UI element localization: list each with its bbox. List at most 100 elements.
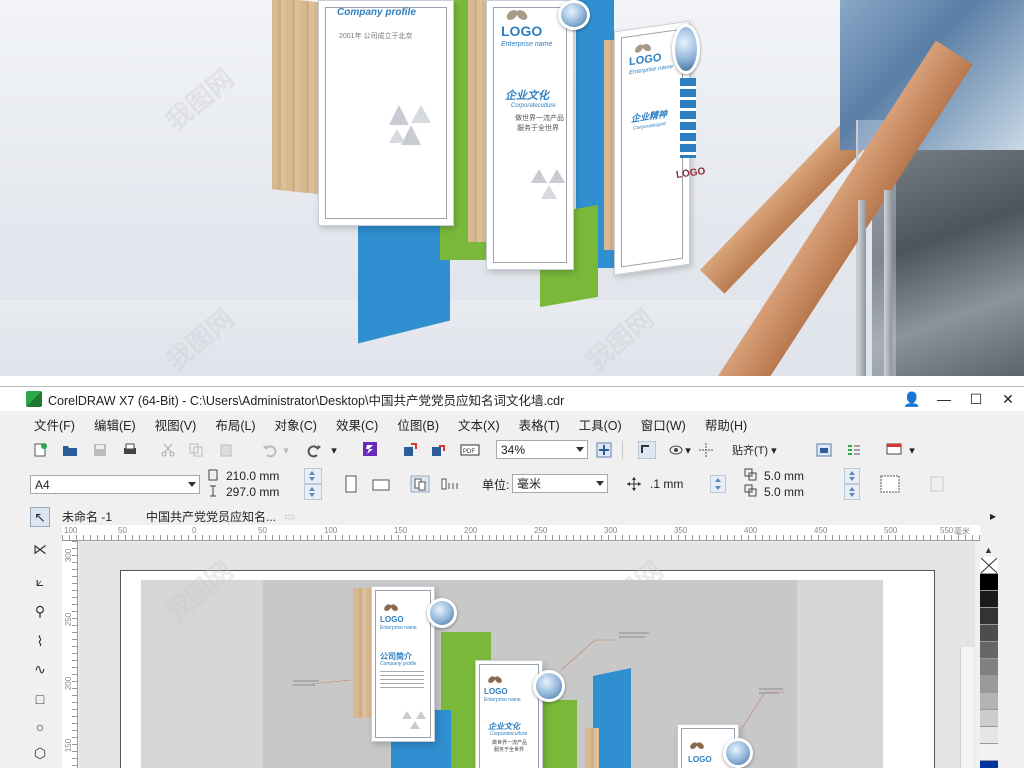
duplicate-x-spinner[interactable] (844, 468, 860, 484)
undo-dropdown[interactable]: ▾ (282, 441, 290, 459)
page-height-field[interactable]: 297.0 mm (226, 484, 304, 500)
close-button[interactable]: ✕ (992, 391, 1024, 408)
rectangle-tool-icon[interactable]: □ (30, 689, 50, 709)
nudge-spinner[interactable] (710, 475, 726, 493)
zoom-level-combo[interactable]: 34% (496, 440, 588, 459)
redo-icon[interactable] (306, 442, 322, 458)
page-size-combo[interactable]: A4 (30, 475, 200, 494)
svg-text:PDF: PDF (463, 449, 475, 455)
color-swatch[interactable] (980, 727, 998, 744)
menu-view[interactable]: 视图(V) (155, 415, 197, 434)
minimize-button[interactable]: — (928, 391, 960, 407)
photo-circle-1 (558, 0, 590, 30)
zoom-tool-icon[interactable]: ⚲ (30, 601, 50, 621)
color-swatch[interactable] (980, 761, 998, 768)
eye-dropdown[interactable]: ▾ (684, 441, 692, 459)
undo-icon[interactable] (262, 442, 278, 458)
portrait-icon[interactable] (344, 475, 358, 493)
tab-untitled[interactable]: 未命名 -1 (62, 508, 112, 525)
menu-tools[interactable]: 工具(O) (579, 415, 622, 434)
maximize-button[interactable]: ☐ (960, 391, 992, 408)
post (858, 200, 866, 376)
color-swatch[interactable] (980, 608, 998, 625)
color-swatch[interactable] (980, 591, 998, 608)
welcome-dropdown[interactable]: ▾ (908, 441, 916, 459)
current-page-icon[interactable] (440, 475, 460, 493)
paste-icon[interactable] (218, 442, 234, 458)
color-swatch[interactable] (980, 574, 998, 591)
color-swatch[interactable] (980, 642, 998, 659)
welcome-screen-icon[interactable] (886, 442, 902, 458)
menu-file[interactable]: 文件(F) (34, 415, 75, 434)
color-swatch[interactable] (980, 625, 998, 642)
menu-edit[interactable]: 编辑(E) (94, 415, 136, 434)
user-icon[interactable]: 👤 (896, 391, 928, 408)
menu-layout[interactable]: 布局(L) (215, 415, 255, 434)
pick-tool-icon[interactable]: ↖ (30, 507, 50, 527)
page-width-field[interactable]: 210.0 mm (226, 468, 304, 484)
ruler-label: 50 (118, 526, 127, 535)
search-content-icon[interactable] (362, 441, 378, 457)
new-document-icon[interactable] (32, 442, 48, 458)
page-size-value: A4 (35, 477, 50, 492)
color-swatch[interactable] (980, 676, 998, 693)
menu-table[interactable]: 表格(T) (519, 415, 560, 434)
print-icon[interactable] (122, 442, 138, 458)
menu-effects[interactable]: 效果(C) (336, 415, 378, 434)
horizontal-ruler[interactable]: 100 50 0 50 100 150 200 250 300 350 400 … (62, 525, 980, 541)
zoom-to-page-icon[interactable] (596, 442, 612, 458)
app-launcher-icon[interactable] (846, 442, 862, 458)
vertical-ruler[interactable]: 300 250 200 150 (62, 541, 78, 768)
save-icon[interactable] (92, 442, 108, 458)
page-height-spinner[interactable] (304, 484, 322, 500)
units-combo[interactable]: 毫米 (512, 474, 608, 493)
pdf-icon[interactable]: PDF (460, 442, 480, 458)
page-options-icon[interactable] (928, 475, 946, 493)
crop-tool-icon[interactable]: ⟀ (30, 571, 50, 591)
menu-window[interactable]: 窗口(W) (641, 415, 686, 434)
drawing-canvas[interactable]: LOGO Enterprise name 公司简介 Company profil… (79, 542, 975, 768)
units-value: 毫米 (517, 477, 542, 491)
no-color-swatch[interactable] (980, 557, 998, 574)
menu-help[interactable]: 帮助(H) (705, 415, 747, 434)
landscape-icon[interactable] (372, 477, 390, 491)
duplicate-x-field[interactable]: 5.0 mm (764, 468, 840, 484)
tab-close-icon[interactable]: ▭ (284, 509, 295, 523)
all-pages-icon[interactable] (410, 475, 430, 493)
ruler-ticks (72, 541, 77, 768)
redo-dropdown[interactable]: ▾ (330, 441, 338, 459)
vertical-scrollbar[interactable] (960, 647, 974, 768)
open-folder-icon[interactable] (62, 442, 78, 458)
color-swatch[interactable] (980, 744, 998, 761)
color-swatch[interactable] (980, 693, 998, 710)
polygon-tool-icon[interactable]: ⬡ (30, 743, 50, 763)
duplicate-y-icon (744, 484, 757, 497)
tabs-scroll-arrow-icon[interactable]: ▸ (990, 509, 996, 523)
duplicate-y-spinner[interactable] (844, 484, 860, 500)
ellipse-tool-icon[interactable]: ○ (30, 717, 50, 737)
eye-icon[interactable] (668, 442, 684, 458)
tab-current-document[interactable]: 中国共产党党员应知名... (146, 508, 276, 525)
nudge-distance-field[interactable]: .1 mm (650, 476, 710, 492)
import-icon[interactable] (402, 442, 418, 458)
menu-object[interactable]: 对象(C) (275, 415, 317, 434)
palette-scroll-up-icon[interactable]: ▲ (984, 545, 993, 555)
export-icon[interactable] (430, 442, 446, 458)
options-icon[interactable] (816, 442, 832, 458)
treat-as-filled-icon[interactable] (880, 475, 900, 493)
property-bar: A4 210.0 mm 297.0 mm 单位: 毫米 .1 mm 5.0 mm… (0, 467, 1024, 501)
color-swatch[interactable] (980, 710, 998, 727)
menu-bitmaps[interactable]: 位图(B) (397, 415, 439, 434)
artistic-media-icon[interactable]: ∿ (30, 659, 50, 679)
duplicate-y-field[interactable]: 5.0 mm (764, 484, 840, 500)
page-width-spinner[interactable] (304, 468, 322, 484)
snap-cursor-icon[interactable] (698, 442, 714, 458)
shape-tool-icon[interactable]: ⋉ (30, 539, 50, 559)
menu-text[interactable]: 文本(X) (458, 415, 500, 434)
copy-icon[interactable] (188, 442, 204, 458)
snap-to-dropdown[interactable]: 贴齐(T) ▾ (732, 441, 800, 459)
color-swatch[interactable] (980, 659, 998, 676)
cut-icon[interactable] (160, 442, 176, 458)
full-screen-preview-icon[interactable] (638, 441, 656, 459)
freehand-tool-icon[interactable]: ⌇ (30, 631, 50, 651)
